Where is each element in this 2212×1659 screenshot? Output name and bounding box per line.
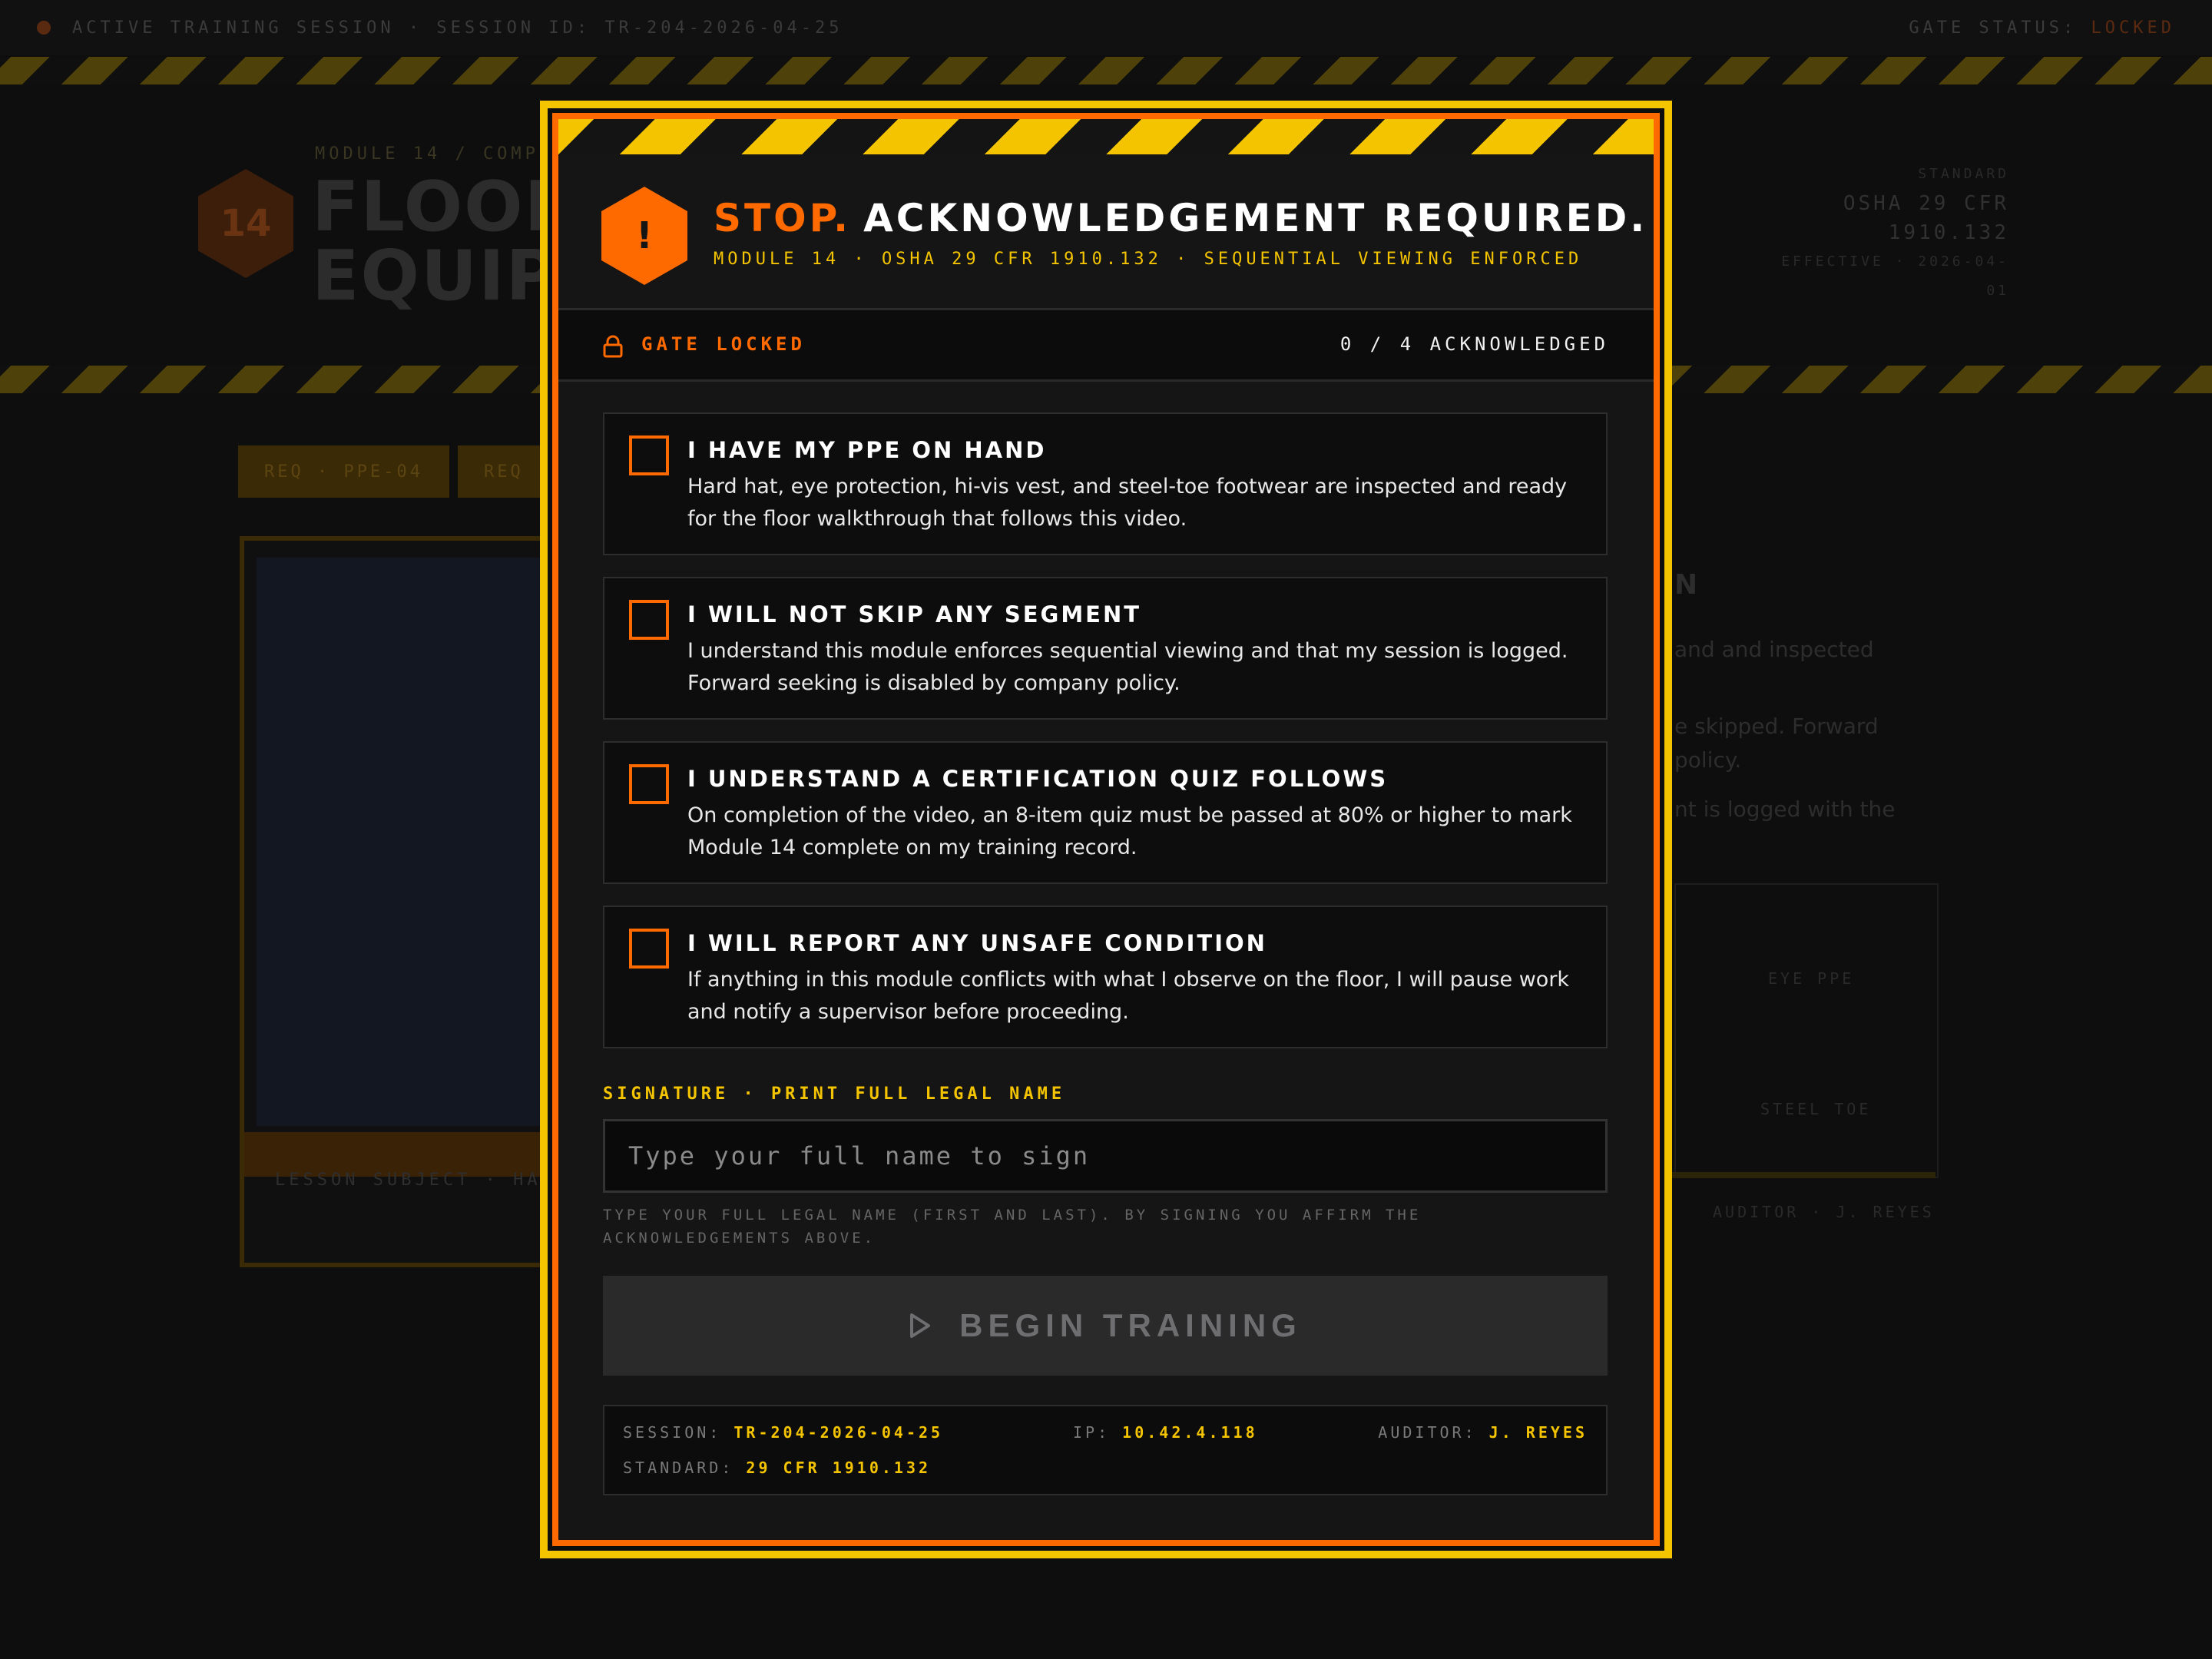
item-title: I HAVE MY PPE ON HAND bbox=[687, 437, 1047, 463]
eye-ppe-label: EYE PPE bbox=[1768, 969, 1855, 988]
standard-info: STANDARD OSHA 29 CFR 1910.132 EFFECTIVE … bbox=[1781, 166, 2009, 299]
item-description: Hard hat, eye protection, hi-vis vest, a… bbox=[687, 475, 1568, 531]
acknowledgement-item-report[interactable]: I WILL REPORT ANY UNSAFE CONDITION If an… bbox=[603, 906, 1608, 1048]
acknowledgement-modal: ! STOP. ACKNOWLEDGEMENT REQUIRED. MODULE … bbox=[558, 119, 1654, 1540]
module-number-badge: 14 bbox=[198, 169, 293, 278]
begin-training-label: BEGIN TRAINING bbox=[959, 1307, 1302, 1343]
signature-label: SIGNATURE · PRINT FULL LEGAL NAME bbox=[603, 1084, 1066, 1104]
auditor-text: AUDITOR · J. REYES bbox=[1713, 1203, 1935, 1221]
item-title: I WILL NOT SKIP ANY SEGMENT bbox=[687, 601, 1142, 628]
item-description: I understand this module enforces sequen… bbox=[687, 639, 1568, 695]
signature-input[interactable] bbox=[603, 1119, 1608, 1193]
background-checklist-text: N and and inspected e skipped. Forward p… bbox=[1674, 569, 1896, 822]
gate-status-bar: GATE LOCKED 0 / 4 ACKNOWLEDGED bbox=[558, 308, 1654, 382]
acknowledgement-item-ppe[interactable]: I HAVE MY PPE ON HAND Hard hat, eye prot… bbox=[603, 412, 1608, 555]
footer-ip: IP: 10.42.4.118 bbox=[1073, 1423, 1258, 1442]
item-description: If anything in this module conflicts wit… bbox=[687, 968, 1570, 1024]
steel-toe-label: STEEL TOE bbox=[1760, 1100, 1872, 1118]
gate-locked-label: GATE LOCKED bbox=[641, 333, 806, 355]
acknowledgement-item-quiz[interactable]: I UNDERSTAND A CERTIFICATION QUIZ FOLLOW… bbox=[603, 741, 1608, 884]
breadcrumb: MODULE 14 / COMPL bbox=[315, 144, 554, 164]
checkbox[interactable] bbox=[629, 600, 669, 640]
lock-icon bbox=[603, 335, 623, 358]
checkbox[interactable] bbox=[629, 764, 669, 804]
acknowledged-count: 0 / 4 ACKNOWLEDGED bbox=[1339, 333, 1609, 355]
session-footer: SESSION: TR-204-2026-04-25 IP: 10.42.4.1… bbox=[603, 1405, 1608, 1495]
hazard-stripe bbox=[558, 119, 1654, 154]
checkbox[interactable] bbox=[629, 435, 669, 475]
acknowledgement-item-no-skip[interactable]: I WILL NOT SKIP ANY SEGMENT I understand… bbox=[603, 577, 1608, 720]
gate-status: GATE STATUS: LOCKED bbox=[1909, 18, 2175, 38]
requirement-tag: REQ bbox=[458, 445, 550, 498]
modal-title: STOP. ACKNOWLEDGEMENT REQUIRED. bbox=[714, 196, 1648, 240]
item-title: I WILL REPORT ANY UNSAFE CONDITION bbox=[687, 930, 1267, 956]
play-icon bbox=[910, 1313, 931, 1338]
session-text: ACTIVE TRAINING SESSION · SESSION ID: TR… bbox=[72, 18, 843, 38]
footer-standard: STANDARD: 29 CFR 1910.132 bbox=[623, 1459, 932, 1477]
item-title: I UNDERSTAND A CERTIFICATION QUIZ FOLLOW… bbox=[687, 766, 1389, 792]
requirement-tag: REQ · PPE-04 bbox=[238, 445, 449, 498]
divider bbox=[1659, 1172, 1936, 1178]
warning-icon: ! bbox=[601, 187, 687, 285]
ppe-icon-panel: EYE PPE STEEL TOE bbox=[1674, 883, 1939, 1178]
footer-auditor: AUDITOR: J. REYES bbox=[1378, 1423, 1588, 1442]
item-description: On completion of the video, an 8-item qu… bbox=[687, 803, 1572, 859]
recording-dot-icon bbox=[37, 21, 51, 35]
begin-training-button[interactable]: BEGIN TRAINING bbox=[603, 1276, 1608, 1376]
footer-session: SESSION: TR-204-2026-04-25 bbox=[623, 1423, 944, 1442]
session-topbar: ACTIVE TRAINING SESSION · SESSION ID: TR… bbox=[0, 0, 2212, 55]
signature-hint: TYPE YOUR FULL LEGAL NAME (FIRST AND LAS… bbox=[603, 1207, 1422, 1247]
hazard-stripe-top bbox=[0, 57, 2212, 84]
checkbox[interactable] bbox=[629, 929, 669, 969]
modal-subtitle: MODULE 14 · OSHA 29 CFR 1910.132 · SEQUE… bbox=[714, 250, 1583, 269]
lesson-subject: LESSON SUBJECT · HAZA bbox=[275, 1171, 570, 1190]
